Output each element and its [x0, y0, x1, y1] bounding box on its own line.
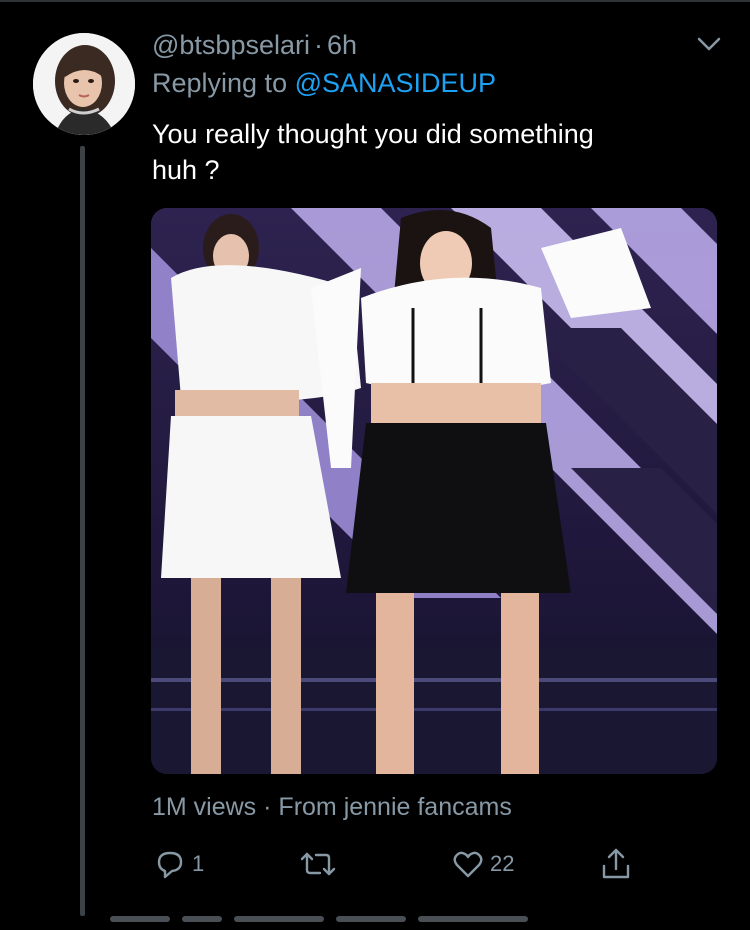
- text-fragment: [110, 916, 170, 922]
- reply-icon: [152, 846, 188, 882]
- replying-to-line: Replying to @SANASIDEUP: [152, 68, 496, 99]
- top-divider: [0, 0, 750, 2]
- mention-link[interactable]: @SANASIDEUP: [295, 68, 496, 98]
- tweet-text-line: You really thought you did something: [152, 119, 594, 149]
- media-stats: 1M views · From jennie fancams: [152, 793, 512, 822]
- avatar[interactable]: [33, 33, 135, 135]
- separator: ·: [263, 793, 272, 821]
- text-fragment: [182, 916, 222, 922]
- tweet-text: You really thought you did something huh…: [152, 116, 712, 188]
- tweet-header: @btsbpselari · 6h: [152, 30, 357, 61]
- retweet-button[interactable]: [298, 846, 342, 882]
- text-fragment: [418, 916, 528, 922]
- reply-count: 1: [192, 851, 205, 876]
- like-count: 22: [490, 851, 515, 876]
- thread-line: [80, 146, 85, 916]
- action-bar: 1 22: [152, 846, 652, 886]
- heart-icon: [450, 846, 486, 882]
- text-fragment: [234, 916, 324, 922]
- text-fragment: [336, 916, 406, 922]
- timestamp[interactable]: 6h: [327, 30, 357, 60]
- media-video[interactable]: [151, 208, 717, 774]
- share-icon: [598, 846, 634, 882]
- media-source[interactable]: From jennie fancams: [278, 793, 511, 821]
- like-button[interactable]: 22: [450, 846, 514, 882]
- chevron-down-icon[interactable]: [694, 32, 724, 56]
- share-button[interactable]: [598, 846, 634, 882]
- reply-button[interactable]: 1: [152, 846, 204, 882]
- view-count: 1M views: [152, 793, 257, 821]
- tweet-text-line: huh ?: [152, 155, 220, 185]
- next-tweet-preview: [110, 916, 710, 930]
- retweet-icon: [298, 846, 338, 882]
- separator: ·: [313, 30, 323, 60]
- author-handle[interactable]: @btsbpselari: [152, 30, 310, 60]
- replying-prefix: Replying to: [152, 68, 288, 98]
